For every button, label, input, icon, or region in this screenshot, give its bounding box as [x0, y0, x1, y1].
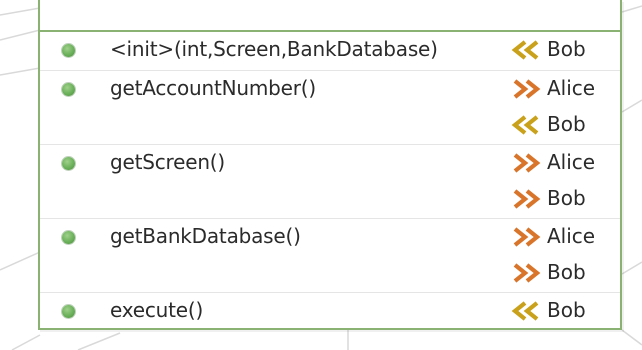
chevron-double-left-icon: [511, 40, 539, 60]
chevron-double-right-icon: [513, 227, 541, 247]
author-name: Alice: [547, 224, 596, 248]
author-name: Bob: [547, 37, 586, 61]
public-method-dot-icon: [62, 44, 75, 57]
chevron-double-left-icon: [511, 115, 539, 135]
method-name: getBankDatabase(): [110, 224, 301, 248]
method-name: <init>(int,Screen,BankDatabase): [110, 37, 438, 61]
author-name: Bob: [547, 112, 586, 136]
public-method-dot-icon: [62, 231, 75, 244]
method-row[interactable]: <init>(int,Screen,BankDatabase) Bob: [40, 32, 620, 70]
method-row[interactable]: getBankDatabase() Alice Bob: [40, 218, 620, 293]
chevron-double-right-icon: [513, 79, 541, 99]
author-name: Alice: [547, 76, 596, 100]
author-name: Bob: [547, 260, 586, 284]
method-name: getAccountNumber(): [110, 76, 316, 100]
class-header-area: [40, 0, 620, 32]
method-name: execute(): [110, 298, 204, 322]
method-row[interactable]: getAccountNumber() Alice Bob: [40, 70, 620, 145]
author-name: Bob: [547, 298, 586, 322]
author-name: Bob: [547, 186, 586, 210]
method-row[interactable]: getScreen() Alice Bob: [40, 144, 620, 219]
chevron-double-right-icon: [513, 153, 541, 173]
class-box[interactable]: <init>(int,Screen,BankDatabase) Bob getAcc…: [38, 0, 622, 330]
method-name: getScreen(): [110, 150, 226, 174]
public-method-dot-icon: [62, 83, 75, 96]
author-name: Alice: [547, 150, 596, 174]
public-method-dot-icon: [62, 157, 75, 170]
chevron-double-right-icon: [513, 189, 541, 209]
public-method-dot-icon: [62, 305, 75, 318]
method-row[interactable]: execute() Bob: [40, 292, 620, 331]
chevron-double-left-icon: [511, 301, 539, 321]
chevron-double-right-icon: [513, 263, 541, 283]
